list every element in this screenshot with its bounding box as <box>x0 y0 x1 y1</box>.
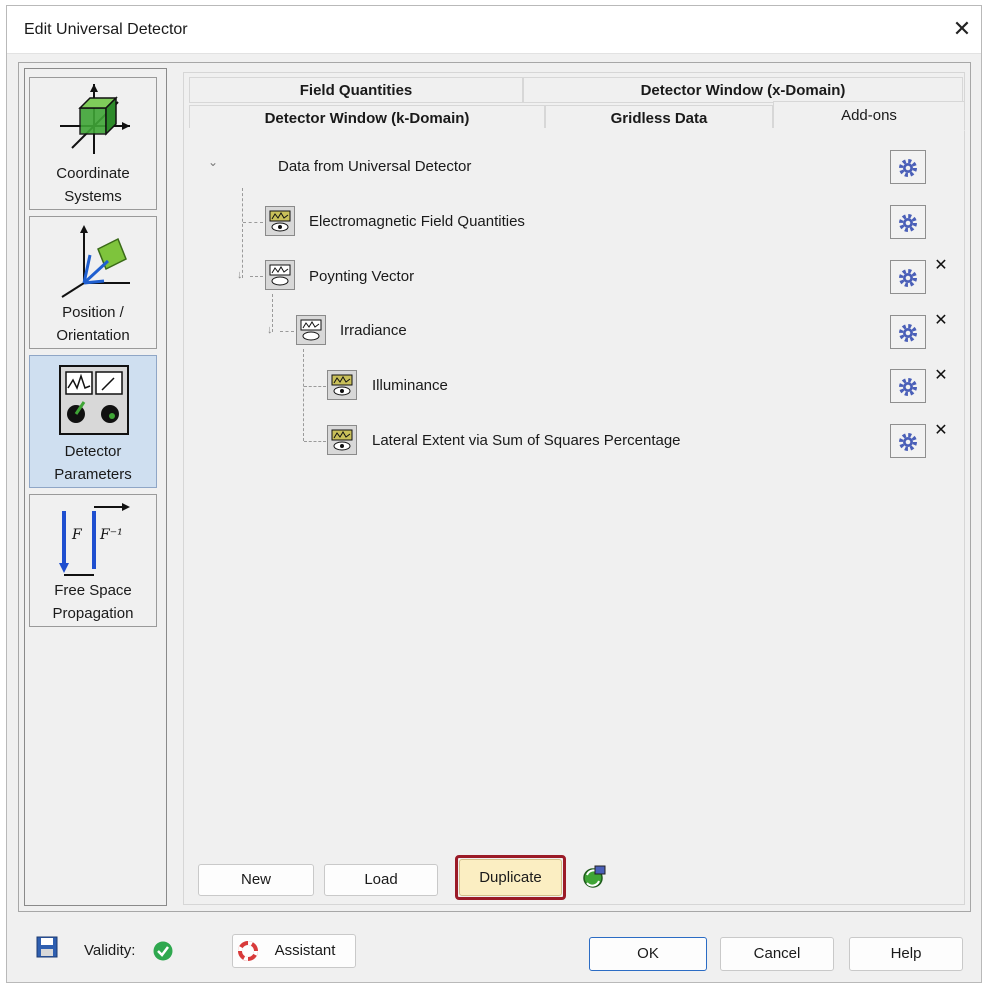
delete-icon[interactable]: ✕ <box>934 313 948 329</box>
sidebar-label-line1: Position / <box>62 304 124 321</box>
gear-icon <box>899 159 917 177</box>
tab-field-quantities[interactable]: Field Quantities <box>189 77 523 103</box>
tree-connector <box>280 331 294 332</box>
gear-icon <box>899 214 917 232</box>
delete-icon[interactable]: ✕ <box>934 368 948 384</box>
save-icon[interactable] <box>36 936 58 958</box>
assistant-label: Assistant <box>274 942 336 959</box>
sidebar-item-free-space-propagation[interactable]: F F⁻¹ Free Space Propagation <box>29 494 157 627</box>
tree-node-label: Electromagnetic Field Quantities <box>309 213 525 230</box>
sidebar-item-position-orientation[interactable]: Position / Orientation <box>29 216 157 349</box>
tab-detector-window-x-domain[interactable]: Detector Window (x-Domain) <box>523 77 963 103</box>
sidebar-label-line1: Free Space <box>54 582 132 599</box>
ok-button[interactable]: OK <box>589 937 707 971</box>
close-icon[interactable]: ✕ <box>949 16 975 42</box>
detector-parameters-icon <box>59 365 129 435</box>
sidebar-label-line2: Propagation <box>52 605 134 622</box>
tree-arrow-icon: ↓ <box>237 269 243 281</box>
sidebar-item-detector-parameters[interactable]: Detector Parameters <box>29 355 157 488</box>
chevron-down-icon[interactable]: ⌄ <box>208 156 220 168</box>
assistant-button[interactable]: Assistant <box>232 934 356 968</box>
settings-gear-button[interactable] <box>890 150 926 184</box>
sidebar-label-line1: Coordinate <box>56 165 130 182</box>
detector-addon-icon[interactable] <box>296 315 326 345</box>
duplicate-button[interactable]: Duplicate <box>459 859 562 896</box>
validity-label: Validity: <box>84 942 136 959</box>
detector-addon-icon[interactable] <box>327 425 357 455</box>
svg-text:F⁻¹: F⁻¹ <box>99 527 123 543</box>
help-button[interactable]: Help <box>849 937 963 971</box>
cancel-button[interactable]: Cancel <box>720 937 834 971</box>
sidebar-label-line2: Orientation <box>56 327 130 344</box>
tree-root-label: Data from Universal Detector <box>278 158 472 175</box>
refresh-addon-icon[interactable] <box>579 863 611 893</box>
sidebar-item-coordinate-systems[interactable]: Coordinate Systems <box>29 77 157 210</box>
settings-gear-button[interactable] <box>890 205 926 239</box>
detector-addon-icon[interactable] <box>327 370 357 400</box>
tree-connector <box>250 276 263 277</box>
tree-node-label: Illuminance <box>372 377 448 394</box>
settings-gear-button[interactable] <box>890 260 926 294</box>
coordinate-systems-icon <box>60 84 130 154</box>
load-button[interactable]: Load <box>324 864 438 896</box>
tree-connector <box>304 386 326 387</box>
gear-icon <box>899 269 917 287</box>
tree-connector <box>303 349 304 441</box>
detector-addon-icon[interactable] <box>265 206 295 236</box>
sidebar-label-line2: Parameters <box>54 466 132 483</box>
title-bar: Edit Universal Detector ✕ <box>7 6 981 54</box>
dialog-title: Edit Universal Detector <box>24 21 188 38</box>
delete-icon[interactable]: ✕ <box>934 423 948 439</box>
settings-gear-button[interactable] <box>890 424 926 458</box>
settings-gear-button[interactable] <box>890 315 926 349</box>
lifebuoy-icon <box>238 941 258 961</box>
tree-node-label: Lateral Extent via Sum of Squares Percen… <box>372 432 681 449</box>
gear-icon <box>899 324 917 342</box>
tree-connector <box>304 441 326 442</box>
sidebar: Coordinate Systems Position / Orientatio… <box>24 68 167 906</box>
tree-node-label: Irradiance <box>340 322 407 339</box>
position-orientation-icon <box>61 225 130 298</box>
gear-icon <box>899 378 917 396</box>
tree-connector <box>242 188 243 278</box>
settings-gear-button[interactable] <box>890 369 926 403</box>
tab-add-ons[interactable]: Add-ons <box>773 101 965 131</box>
tree-node-label: Poynting Vector <box>309 268 415 285</box>
tree-arrow-icon: ↓ <box>267 324 273 336</box>
new-button[interactable]: New <box>198 864 314 896</box>
delete-icon[interactable]: ✕ <box>934 258 948 274</box>
tree-connector <box>243 222 263 223</box>
add-ons-tree-panel <box>189 128 964 904</box>
sidebar-label-line2: Systems <box>64 188 122 205</box>
svg-text:F: F <box>71 527 83 543</box>
validity-check-icon <box>153 941 173 961</box>
detector-addon-icon[interactable] <box>265 260 295 290</box>
gear-icon <box>899 433 917 451</box>
sidebar-label-line1: Detector <box>64 443 122 460</box>
free-space-propagation-icon: F F⁻¹ <box>59 503 130 576</box>
